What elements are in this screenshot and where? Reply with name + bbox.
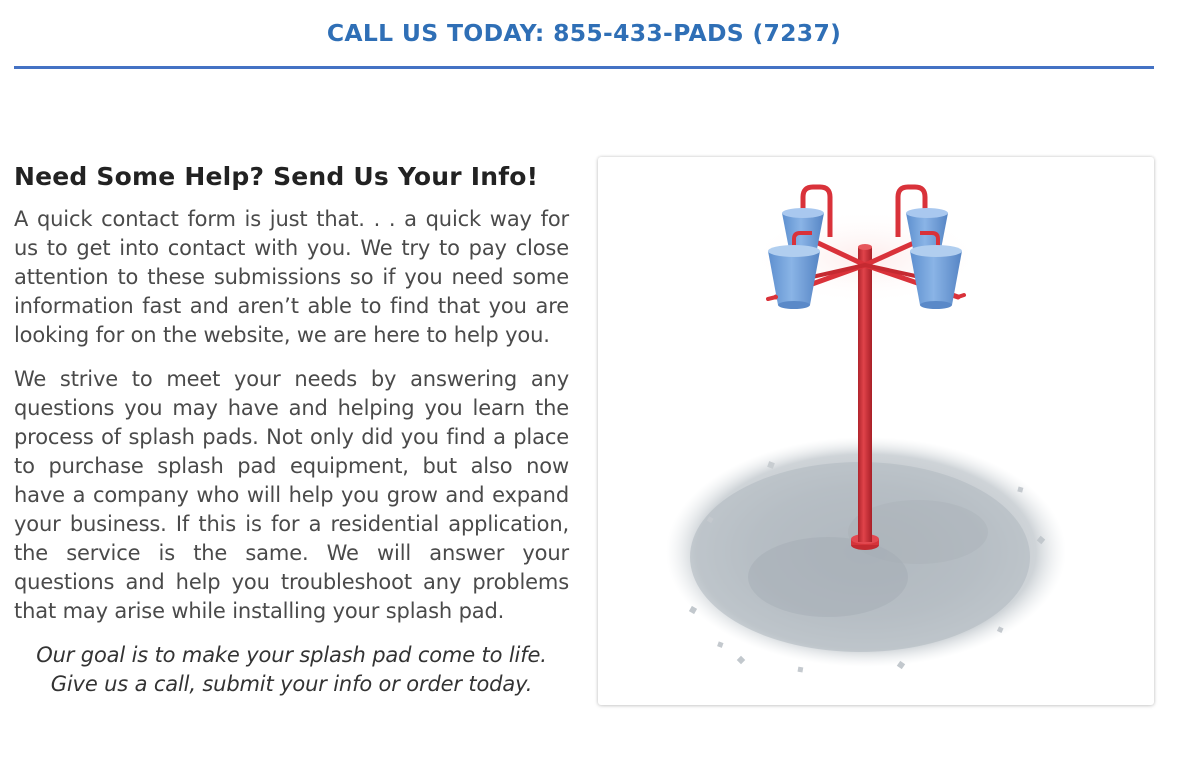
product-image-card — [598, 157, 1154, 705]
services-paragraph: We strive to meet your needs by answerin… — [14, 367, 569, 623]
phone-link[interactable]: CALL US TODAY: 855-433-PADS (7237) — [327, 19, 841, 47]
tipping-buckets-image — [666, 184, 1066, 673]
contact-info-section: Need Some Help? Send Us Your Info! A qui… — [14, 158, 569, 699]
goal-statement: Our goal is to make your splash pad come… — [14, 641, 569, 699]
section-heading: Need Some Help? Send Us Your Info! — [14, 162, 539, 191]
goal-line-1: Our goal is to make your splash pad come… — [36, 643, 547, 667]
intro-paragraph: A quick contact form is just that. . . a… — [14, 207, 569, 347]
call-us-banner: CALL US TODAY: 855-433-PADS (7237) — [14, 0, 1154, 69]
goal-line-2: Give us a call, submit your info or orde… — [50, 672, 533, 696]
